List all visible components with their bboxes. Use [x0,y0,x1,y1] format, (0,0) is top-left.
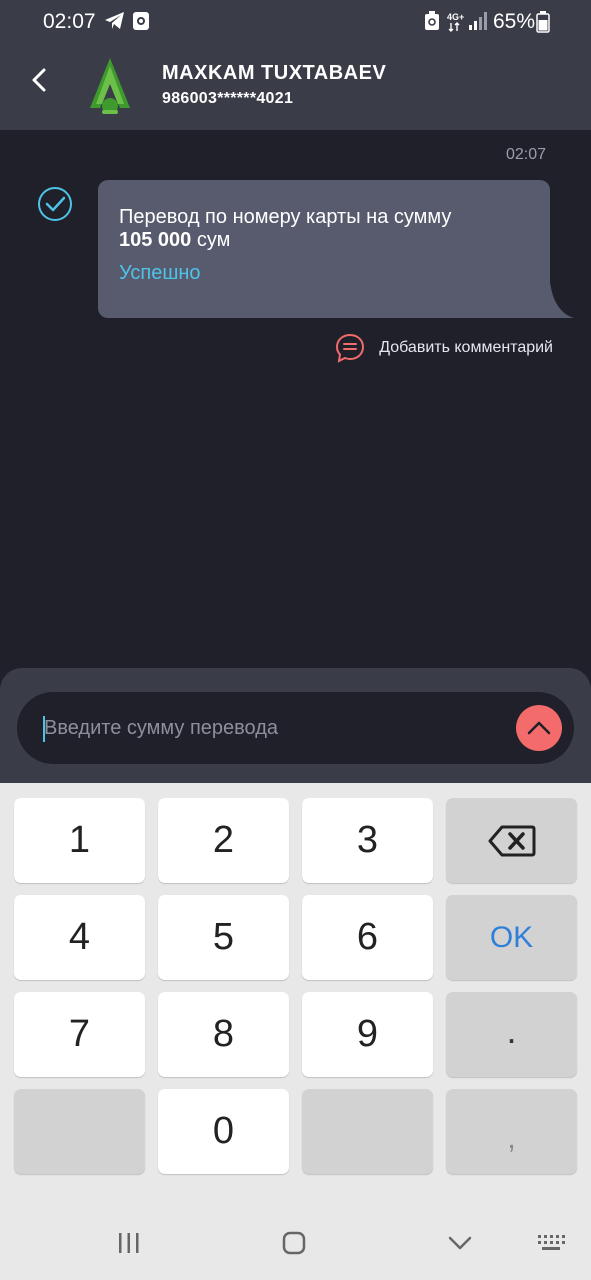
success-check-icon [38,187,72,221]
battery-saver-icon [425,11,439,30]
key-7[interactable]: 7 [14,992,145,1077]
recent-apps-icon[interactable] [118,1231,140,1255]
message-text: Перевод по номеру карты на сумму [119,206,452,228]
system-nav-bar [0,1207,591,1280]
ok-key[interactable]: OK [446,895,577,980]
amount-field [17,692,574,764]
empty-key-left [14,1089,145,1174]
message-amount-line: 105 000 сум [119,229,230,252]
bank-logo [90,58,130,114]
numeric-keyboard: 1 2 3 4 5 6 OK 7 8 9 . 0 , [0,783,591,1280]
amount-input[interactable] [44,711,484,745]
signal-icon [469,12,487,30]
network-4g-icon: 4G+ [447,12,464,32]
send-button[interactable] [516,705,562,751]
key-0[interactable]: 0 [158,1089,289,1174]
dot-key[interactable]: . [446,992,577,1077]
battery-icon [536,11,550,33]
key-8[interactable]: 8 [158,992,289,1077]
key-3[interactable]: 3 [302,798,433,883]
input-panel [0,668,591,783]
contact-name: MAXKAM TUXTABAEV [162,62,387,84]
app-notification-icon [133,12,149,30]
comment-icon [336,333,365,363]
status-time: 02:07 [43,10,96,33]
transfer-status: Успешно [119,262,201,284]
chevron-up-icon [527,721,551,735]
chevron-down-icon[interactable] [448,1231,472,1255]
back-arrow-icon[interactable] [28,64,52,96]
telegram-icon [105,12,124,29]
home-icon[interactable] [282,1231,306,1255]
key-2[interactable]: 2 [158,798,289,883]
key-6[interactable]: 6 [302,895,433,980]
bubble-tail [540,282,574,318]
comma-key[interactable]: , [446,1089,577,1174]
key-4[interactable]: 4 [14,895,145,980]
key-9[interactable]: 9 [302,992,433,1077]
key-1[interactable]: 1 [14,798,145,883]
status-bar: 02:07 4G+ 65% [0,0,591,44]
transfer-message-bubble: Перевод по номеру карты на сумму 105 000… [98,180,550,318]
empty-key-right [302,1089,433,1174]
keyboard-switch-icon[interactable] [536,1231,566,1255]
add-comment-label: Добавить комментарий [379,339,553,356]
backspace-key[interactable] [446,798,577,883]
add-comment-button[interactable]: Добавить комментарий [335,333,553,363]
key-5[interactable]: 5 [158,895,289,980]
currency: сум [196,229,231,251]
network-label: 4G+ [447,12,464,22]
app-header: 02:07 4G+ 65% MAXKAM TUXTABAEV 986003***… [0,0,591,130]
battery-percent: 65% [493,10,536,33]
transfer-amount: 105 000 [119,229,192,251]
message-time: 02:07 [505,146,546,163]
backspace-icon [488,825,535,856]
card-number: 986003******4021 [162,90,294,107]
